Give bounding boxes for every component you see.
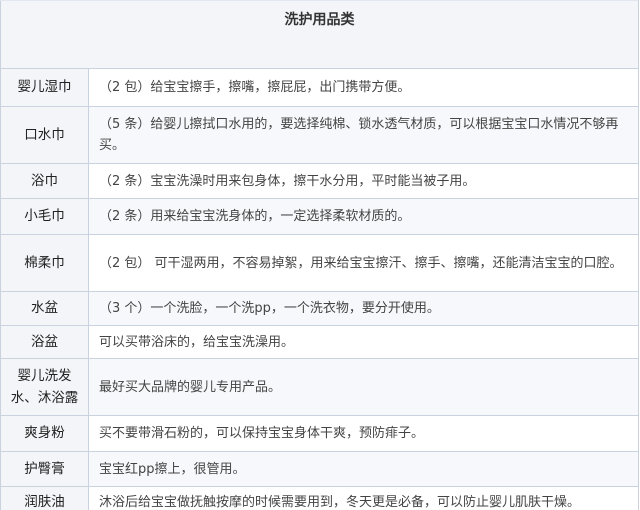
supplies-table: 洗护用品类 婴儿湿巾 （2 包）给宝宝擦手，擦嘴，擦屁屁，出门携带方便。 口水巾…	[0, 0, 639, 510]
item-name: 婴儿洗发水、沐浴露	[0, 358, 89, 416]
item-description: （2 条）用来给宝宝洗身体的，一定选择柔软材质的。	[88, 198, 639, 235]
item-description: 可以买带浴床的，给宝宝洗澡用。	[88, 325, 639, 359]
page: 洗护用品类 婴儿湿巾 （2 包）给宝宝擦手，擦嘴，擦屁屁，出门携带方便。 口水巾…	[0, 0, 640, 510]
item-description: （2 包）给宝宝擦手，擦嘴，擦屁屁，出门携带方便。	[88, 68, 639, 107]
item-description: 最好买大品牌的婴儿专用产品。	[88, 358, 639, 416]
table-row: 水盆 （3 个）一个洗脸，一个洗pp，一个洗衣物，要分开使用。	[0, 291, 639, 326]
item-name: 小毛巾	[0, 198, 89, 235]
item-name: 婴儿湿巾	[0, 68, 89, 107]
item-description: 沐浴后给宝宝做抚触按摩的时候需要用到，冬天更是必备，可以防止婴儿肌肤干燥。	[88, 486, 639, 510]
table-row: 浴盆 可以买带浴床的，给宝宝洗澡用。	[0, 325, 639, 359]
table-row: 护臀膏 宝宝红pp擦上，很管用。	[0, 451, 639, 487]
item-name: 浴盆	[0, 325, 89, 359]
item-description: （2 包） 可干湿两用，不容易掉絮，用来给宝宝擦汗、擦手、擦嘴，还能清洁宝宝的口…	[88, 234, 639, 292]
item-name: 润肤油	[0, 486, 89, 510]
item-description: （2 条）宝宝洗澡时用来包身体，擦干水分用，平时能当被子用。	[88, 163, 639, 199]
table-row: 口水巾 （5 条）给婴儿擦拭口水用的，要选择纯棉、锁水透气材质，可以根据宝宝口水…	[0, 106, 639, 164]
table-row: 棉柔巾 （2 包） 可干湿两用，不容易掉絮，用来给宝宝擦汗、擦手、擦嘴，还能清洁…	[0, 234, 639, 292]
table-row: 婴儿洗发水、沐浴露 最好买大品牌的婴儿专用产品。	[0, 358, 639, 416]
item-name: 水盆	[0, 291, 89, 326]
table-title-row: 洗护用品类	[0, 0, 639, 69]
table-row: 小毛巾 （2 条）用来给宝宝洗身体的，一定选择柔软材质的。	[0, 198, 639, 235]
item-name: 棉柔巾	[0, 234, 89, 292]
table-row: 润肤油 沐浴后给宝宝做抚触按摩的时候需要用到，冬天更是必备，可以防止婴儿肌肤干燥…	[0, 486, 639, 510]
table-title: 洗护用品类	[0, 0, 639, 69]
item-name: 浴巾	[0, 163, 89, 199]
item-name: 护臀膏	[0, 451, 89, 487]
item-name: 爽身粉	[0, 415, 89, 452]
table-row: 婴儿湿巾 （2 包）给宝宝擦手，擦嘴，擦屁屁，出门携带方便。	[0, 68, 639, 107]
item-name: 口水巾	[0, 106, 89, 164]
item-description: （3 个）一个洗脸，一个洗pp，一个洗衣物，要分开使用。	[88, 291, 639, 326]
item-description: （5 条）给婴儿擦拭口水用的，要选择纯棉、锁水透气材质，可以根据宝宝口水情况不够…	[88, 106, 639, 164]
table-row: 浴巾 （2 条）宝宝洗澡时用来包身体，擦干水分用，平时能当被子用。	[0, 163, 639, 199]
item-description: 买不要带滑石粉的，可以保持宝宝身体干爽，预防痱子。	[88, 415, 639, 452]
item-description: 宝宝红pp擦上，很管用。	[88, 451, 639, 487]
table-row: 爽身粉 买不要带滑石粉的，可以保持宝宝身体干爽，预防痱子。	[0, 415, 639, 452]
